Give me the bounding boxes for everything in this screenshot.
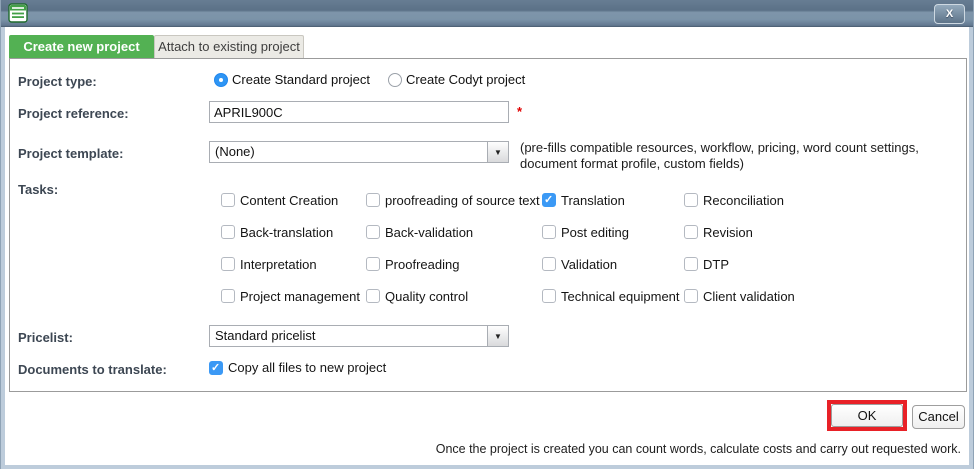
create-project-dialog: x Create new project Attach to existing … <box>0 0 974 469</box>
checkbox-icon[interactable] <box>366 193 380 207</box>
task-checkbox-item[interactable]: Proofreading <box>366 256 542 272</box>
checkbox-label: Content Creation <box>240 193 338 208</box>
footer-note: Once the project is created you can coun… <box>436 442 961 456</box>
cancel-button[interactable]: Cancel <box>912 405 965 429</box>
task-checkbox-item[interactable]: Validation <box>542 256 684 272</box>
chevron-down-icon[interactable]: ▼ <box>487 142 508 162</box>
tasks-grid: Content Creation proofreading of source … <box>221 192 839 320</box>
form-panel: Project type: Create Standard project Cr… <box>9 58 967 392</box>
form-window-icon <box>8 3 28 23</box>
checkbox-label: Back-translation <box>240 225 333 240</box>
tab-attach-to-existing-project[interactable]: Attach to existing project <box>154 35 304 58</box>
checkbox-label: Quality control <box>385 289 468 304</box>
close-icon[interactable]: x <box>934 4 965 24</box>
dialog-frame: Create new project Attach to existing pr… <box>1 27 973 469</box>
tab-create-new-project[interactable]: Create new project <box>9 35 154 58</box>
required-asterisk: * <box>517 104 522 119</box>
pricelist-label: Pricelist: <box>18 330 73 345</box>
project-type-label: Project type: <box>18 74 97 89</box>
project-template-select[interactable]: (None) ▼ <box>209 141 509 163</box>
task-checkbox-item[interactable]: DTP <box>684 256 839 272</box>
tasks-label: Tasks: <box>18 182 58 197</box>
radio-create-codyt-project[interactable]: Create Codyt project <box>388 72 525 87</box>
ok-button-highlight: OK <box>827 400 907 431</box>
checkbox-icon[interactable] <box>684 257 698 271</box>
task-checkbox-item[interactable]: Reconciliation <box>684 192 839 208</box>
task-checkbox-item[interactable]: Revision <box>684 224 839 240</box>
task-checkbox-item[interactable]: Interpretation <box>221 256 366 272</box>
radio-label: Create Standard project <box>232 72 370 87</box>
checkbox-label: Technical equipment <box>561 289 680 304</box>
checkbox-label: Reconciliation <box>703 193 784 208</box>
documents-to-translate-label: Documents to translate: <box>18 362 167 377</box>
checkbox-label: Revision <box>703 225 753 240</box>
task-checkbox-item[interactable]: Post editing <box>542 224 684 240</box>
task-checkbox-item[interactable]: proofreading of source text <box>366 192 542 208</box>
checkbox-label: DTP <box>703 257 729 272</box>
checkbox-icon[interactable] <box>542 225 556 239</box>
radio-create-standard-project[interactable]: Create Standard project <box>214 72 370 87</box>
checkbox-icon[interactable] <box>684 193 698 207</box>
checkbox-icon[interactable] <box>221 193 235 207</box>
ok-button[interactable]: OK <box>831 404 903 427</box>
checkbox-icon[interactable] <box>366 225 380 239</box>
checkbox-icon[interactable] <box>684 289 698 303</box>
radio-label: Create Codyt project <box>406 72 525 87</box>
checkbox-icon[interactable] <box>366 289 380 303</box>
checkbox-icon[interactable] <box>366 257 380 271</box>
checkbox-label: Client validation <box>703 289 795 304</box>
task-checkbox-item[interactable]: Client validation <box>684 288 839 304</box>
radio-icon[interactable] <box>388 73 402 87</box>
radio-icon[interactable] <box>214 73 228 87</box>
dialog-body: Create new project Attach to existing pr… <box>5 27 969 465</box>
pricelist-select[interactable]: Standard pricelist ▼ <box>209 325 509 347</box>
task-checkbox-item[interactable]: Translation <box>542 192 684 208</box>
checkbox-icon[interactable] <box>542 193 556 207</box>
checkbox-label: Proofreading <box>385 257 459 272</box>
checkbox-icon[interactable] <box>221 289 235 303</box>
checkbox-label: Copy all files to new project <box>228 360 386 375</box>
checkbox-label: Validation <box>561 257 617 272</box>
checkbox-icon[interactable] <box>209 361 223 375</box>
checkbox-label: Post editing <box>561 225 629 240</box>
task-checkbox-item[interactable]: Quality control <box>366 288 542 304</box>
project-reference-input[interactable] <box>209 101 509 123</box>
project-template-value: (None) <box>210 142 487 162</box>
task-checkbox-item[interactable]: Back-validation <box>366 224 542 240</box>
checkbox-label: Translation <box>561 193 625 208</box>
copy-all-files-checkbox[interactable]: Copy all files to new project <box>209 360 386 375</box>
checkbox-label: proofreading of source text <box>385 193 540 208</box>
checkbox-label: Project management <box>240 289 360 304</box>
task-checkbox-item[interactable]: Project management <box>221 288 366 304</box>
checkbox-label: Interpretation <box>240 257 317 272</box>
checkbox-icon[interactable] <box>221 225 235 239</box>
project-template-hint: (pre-fills compatible resources, workflo… <box>520 140 954 172</box>
project-type-radio-group: Create Standard project Create Codyt pro… <box>214 72 525 87</box>
task-checkbox-item[interactable]: Back-translation <box>221 224 366 240</box>
checkbox-icon[interactable] <box>542 257 556 271</box>
checkbox-icon[interactable] <box>221 257 235 271</box>
project-template-label: Project template: <box>18 146 123 161</box>
pricelist-value: Standard pricelist <box>210 326 487 346</box>
task-checkbox-item[interactable]: Content Creation <box>221 192 366 208</box>
checkbox-icon[interactable] <box>542 289 556 303</box>
project-reference-label: Project reference: <box>18 106 129 121</box>
dialog-titlebar: x <box>1 0 973 28</box>
checkbox-label: Back-validation <box>385 225 473 240</box>
task-checkbox-item[interactable]: Technical equipment <box>542 288 684 304</box>
chevron-down-icon[interactable]: ▼ <box>487 326 508 346</box>
checkbox-icon[interactable] <box>684 225 698 239</box>
